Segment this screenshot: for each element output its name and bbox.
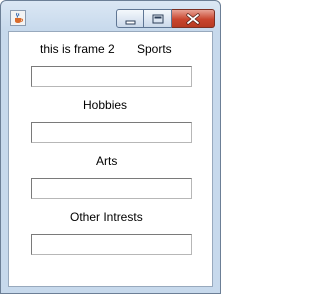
sports-input[interactable] xyxy=(31,66,192,87)
minimize-button[interactable] xyxy=(116,9,144,28)
frame-label: this is frame 2 xyxy=(40,42,115,56)
close-icon xyxy=(186,13,200,25)
content-panel: this is frame 2 Sports Hobbies Arts Othe… xyxy=(8,31,213,287)
arts-label: Arts xyxy=(96,154,118,168)
close-button[interactable] xyxy=(172,9,215,28)
sports-label: Sports xyxy=(137,42,172,56)
java-cup-icon[interactable] xyxy=(10,10,26,26)
arts-input[interactable] xyxy=(31,178,192,199)
minimize-icon xyxy=(125,20,136,25)
title-bar[interactable] xyxy=(1,1,220,31)
maximize-icon xyxy=(152,14,164,24)
other-interests-input[interactable] xyxy=(31,234,192,255)
hobbies-input[interactable] xyxy=(31,122,192,143)
app-window: this is frame 2 Sports Hobbies Arts Othe… xyxy=(0,0,221,294)
maximize-button[interactable] xyxy=(144,9,172,28)
other-interests-label: Other Intrests xyxy=(70,210,143,224)
hobbies-label: Hobbies xyxy=(83,98,128,112)
